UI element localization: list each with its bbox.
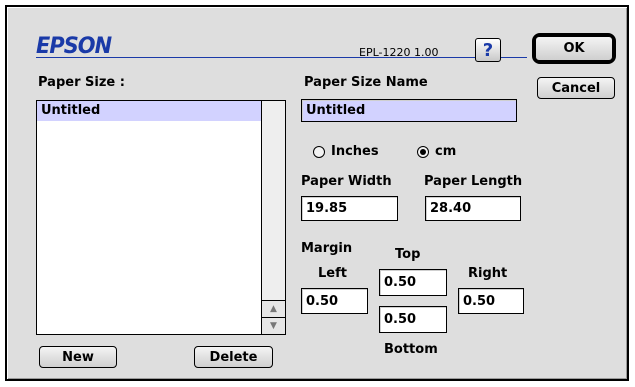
help-icon: ? bbox=[482, 39, 494, 61]
header-divider bbox=[36, 57, 527, 58]
inches-label: Inches bbox=[331, 144, 379, 159]
inches-radio-option[interactable]: Inches bbox=[313, 144, 379, 159]
margin-bottom-label: Bottom bbox=[384, 342, 438, 357]
paper-size-name-field[interactable]: Untitled bbox=[301, 99, 517, 122]
paper-size-list[interactable]: Untitled ▲ ▼ bbox=[36, 100, 286, 335]
paper-length-label: Paper Length bbox=[424, 174, 523, 189]
margin-left-field[interactable]: 0.50 bbox=[301, 288, 368, 314]
ok-button[interactable]: OK bbox=[535, 36, 613, 61]
cm-radio[interactable] bbox=[417, 145, 429, 158]
custom-paper-size-dialog: EPSON EPL-1220 1.00 ? OK Cancel Paper Si… bbox=[5, 5, 629, 381]
paper-size-name-label: Paper Size Name bbox=[304, 75, 428, 90]
paper-length-field[interactable]: 28.40 bbox=[425, 196, 521, 221]
list-item[interactable]: Untitled bbox=[37, 101, 261, 121]
margin-bottom-field[interactable]: 0.50 bbox=[379, 306, 447, 333]
margin-right-label: Right bbox=[468, 266, 508, 281]
printer-model-version: EPL-1220 1.00 bbox=[359, 46, 439, 59]
list-scrollbar[interactable]: ▲ ▼ bbox=[261, 101, 285, 334]
new-button[interactable]: New bbox=[39, 346, 117, 368]
cm-radio-option[interactable]: cm bbox=[417, 144, 456, 159]
epson-logo: EPSON bbox=[36, 34, 112, 59]
margin-right-field[interactable]: 0.50 bbox=[458, 288, 524, 314]
cancel-button[interactable]: Cancel bbox=[537, 77, 615, 99]
inches-radio[interactable] bbox=[313, 145, 325, 158]
paper-width-field[interactable]: 19.85 bbox=[301, 196, 398, 221]
margin-top-field[interactable]: 0.50 bbox=[379, 269, 447, 296]
cm-label: cm bbox=[435, 144, 457, 159]
radio-selected-dot bbox=[420, 148, 426, 155]
margin-top-label: Top bbox=[395, 247, 421, 262]
delete-button[interactable]: Delete bbox=[194, 346, 273, 368]
margin-label: Margin bbox=[301, 241, 353, 256]
paper-width-label: Paper Width bbox=[301, 174, 392, 189]
margin-left-label: Left bbox=[318, 266, 347, 281]
scroll-up-arrow-icon[interactable]: ▲ bbox=[262, 300, 285, 317]
paper-size-label: Paper Size : bbox=[38, 75, 125, 90]
scroll-down-arrow-icon[interactable]: ▼ bbox=[262, 317, 285, 334]
help-button[interactable]: ? bbox=[475, 38, 501, 62]
ok-button-default-ring: OK bbox=[532, 33, 616, 64]
